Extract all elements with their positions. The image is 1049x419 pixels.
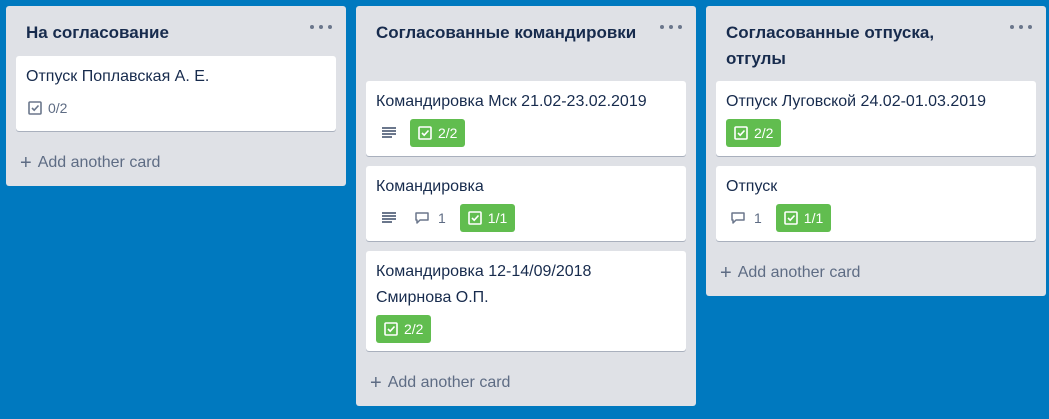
card-title: Командировка Мск 21.02-23.02.2019 — [376, 93, 647, 110]
checklist-icon — [384, 322, 398, 336]
checklist-badge: 2/2 — [376, 315, 432, 343]
checklist-icon — [28, 101, 42, 115]
checklist-icon — [467, 211, 482, 225]
card-badges: 1 1/1 — [726, 204, 1026, 232]
card-badges: 2/2 — [376, 315, 676, 343]
card[interactable]: Отпуск Луговской 24.02-01.03.2019 2/2 — [716, 81, 1036, 156]
list-menu-icon[interactable] — [1010, 18, 1032, 36]
list-menu-icon[interactable] — [310, 18, 332, 36]
list-header: Согласованные командировки — [356, 6, 696, 46]
list-approved-trips: Согласованные командировки Командировка … — [356, 6, 696, 406]
checklist-count: 2/2 — [754, 125, 774, 141]
list-approved-vacations: Согласованные отпуска, отгулы Отпуск Луг… — [706, 6, 1046, 296]
list-pending-approval: На согласование Отпуск Поплавская А. Е. … — [6, 6, 346, 186]
card[interactable]: Отпуск Поплавская А. Е. 0/2 — [16, 56, 336, 131]
checklist-icon — [783, 211, 798, 225]
checklist-badge: 2/2 — [410, 119, 466, 147]
add-card-label: Add another card — [37, 154, 161, 171]
board: На согласование Отпуск Поплавская А. Е. … — [0, 0, 1049, 419]
card-badges: 0/2 — [26, 94, 326, 122]
checklist-count: 2/2 — [404, 321, 424, 337]
comment-count: 1 — [438, 210, 446, 226]
add-card-button[interactable]: + Add another card — [720, 259, 860, 287]
comment-count: 1 — [754, 210, 762, 226]
comment-badge: 1 — [410, 210, 446, 226]
comment-badge: 1 — [726, 210, 762, 226]
card-badges: 1 1/1 — [376, 204, 676, 232]
plus-icon: + — [370, 372, 382, 394]
add-card-label: Add another card — [387, 374, 511, 391]
list-header: Согласованные отпуска, отгулы — [706, 6, 1046, 72]
checklist-icon — [418, 126, 432, 140]
checklist-badge: 2/2 — [726, 119, 782, 147]
checklist-badge: 0/2 — [26, 94, 75, 122]
checklist-badge: 1/1 — [459, 204, 516, 232]
add-card-button[interactable]: + Add another card — [370, 369, 510, 397]
list-menu-icon[interactable] — [660, 18, 682, 36]
card[interactable]: Командировка Мск 21.02-23.02.2019 2/2 — [366, 81, 686, 156]
list-title[interactable]: Согласованные командировки — [376, 20, 646, 46]
add-card-label: Add another card — [737, 264, 861, 281]
card-title: Отпуск — [726, 178, 778, 195]
checklist-count: 2/2 — [438, 125, 458, 141]
checklist-count: 1/1 — [803, 210, 824, 226]
plus-icon: + — [720, 262, 732, 284]
card-badges: 2/2 — [376, 119, 676, 147]
card-title: Командировка 12-14/09/2018 Смирнова О.П. — [376, 263, 592, 306]
card-badges: 2/2 — [726, 119, 1026, 147]
list-title[interactable]: Согласованные отпуска, отгулы — [726, 20, 996, 72]
list-title[interactable]: На согласование — [26, 20, 296, 46]
card-title: Отпуск Луговской 24.02-01.03.2019 — [726, 93, 986, 110]
checklist-count: 0/2 — [48, 100, 68, 116]
description-icon — [382, 212, 396, 224]
card-title: Отпуск Поплавская А. Е. — [26, 68, 210, 85]
checklist-count: 1/1 — [487, 210, 508, 226]
card[interactable]: Командировка 1 1/1 — [366, 166, 686, 241]
card[interactable]: Отпуск 1 1/1 — [716, 166, 1036, 241]
comment-icon — [731, 212, 745, 224]
comment-icon — [415, 212, 429, 224]
card[interactable]: Командировка 12-14/09/2018 Смирнова О.П.… — [366, 251, 686, 351]
list-header: На согласование — [6, 6, 346, 46]
checklist-icon — [734, 126, 748, 140]
add-card-button[interactable]: + Add another card — [20, 149, 160, 177]
description-icon — [382, 127, 396, 139]
plus-icon: + — [20, 152, 32, 174]
checklist-badge: 1/1 — [775, 204, 832, 232]
card-title: Командировка — [376, 178, 484, 195]
